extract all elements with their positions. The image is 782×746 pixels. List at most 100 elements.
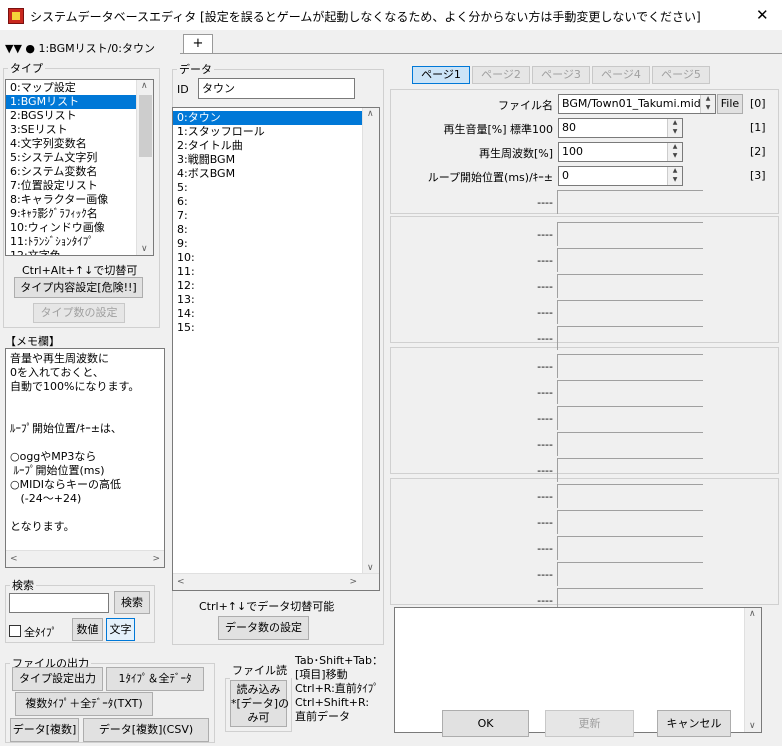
type-list-scrollbar[interactable]: ∧ ∨	[136, 80, 153, 255]
empty-field[interactable]	[557, 222, 703, 246]
type-list-item[interactable]: 8:キャラクター画像	[6, 193, 137, 207]
close-icon[interactable]: ✕	[756, 6, 769, 24]
update-button[interactable]: 更新	[545, 710, 634, 737]
page-tab-1[interactable]: ページ1	[412, 66, 470, 84]
spinner[interactable]: ▲ ▼	[667, 119, 682, 137]
empty-field[interactable]	[557, 354, 703, 378]
scroll-up-icon[interactable]: ∧	[141, 81, 148, 91]
type-list-item[interactable]: 6:システム変数名	[6, 165, 137, 179]
data-list-item[interactable]: 13:	[173, 293, 363, 307]
empty-field[interactable]	[557, 458, 703, 482]
spin-up-icon[interactable]: ▲	[668, 167, 682, 176]
data-list-item[interactable]: 8:	[173, 223, 363, 237]
search-button[interactable]: 検索	[114, 591, 150, 614]
data-id-input[interactable]: タウン	[198, 78, 355, 99]
data-list-item[interactable]: 10:	[173, 251, 363, 265]
field-value-input[interactable]: 100 ▲ ▼	[558, 142, 683, 162]
data-list-item[interactable]: 7:	[173, 209, 363, 223]
type-list-item[interactable]: 10:ウィンドウ画像	[6, 221, 137, 235]
spin-down-icon[interactable]: ▼	[668, 128, 682, 137]
scroll-down-icon[interactable]: ∨	[749, 721, 756, 731]
data-list-scrollbar[interactable]: ∧ ∨	[362, 108, 379, 574]
data-list-item[interactable]: 12:	[173, 279, 363, 293]
data-list-item[interactable]: 9:	[173, 237, 363, 251]
scroll-down-icon[interactable]: ∨	[141, 244, 148, 254]
text-search-button[interactable]: 文字	[106, 618, 135, 641]
empty-field[interactable]	[557, 326, 703, 350]
data-list-item[interactable]: 2:タイトル曲	[173, 139, 363, 153]
spin-down-icon[interactable]: ▼	[701, 104, 715, 113]
empty-field[interactable]	[557, 274, 703, 298]
field-value-input[interactable]: 0 ▲ ▼	[558, 166, 683, 186]
type-list-item[interactable]: 11:ﾄﾗﾝｼﾞｼｮﾝﾀｲﾌﾟ	[6, 235, 137, 249]
type-list[interactable]: 0:マップ設定 1:BGMリスト 2:BGSリスト 3:SEリスト 4:文字列変数名 5:…	[5, 79, 154, 256]
type-list-item[interactable]: 12:文字色	[6, 249, 137, 255]
scroll-left-icon[interactable]: <	[10, 554, 18, 564]
type-all-data-export-button[interactable]: 1ﾀｲﾌﾟ＆全ﾃﾞｰﾀ	[106, 667, 204, 691]
spinner[interactable]: ▲ ▼	[667, 143, 682, 161]
type-list-item[interactable]: 0:マップ設定	[6, 81, 137, 95]
spin-down-icon[interactable]: ▼	[668, 152, 682, 161]
scroll-down-icon[interactable]: ∨	[367, 563, 374, 573]
empty-field[interactable]	[557, 406, 703, 430]
scroll-left-icon[interactable]: <	[177, 577, 185, 587]
scroll-up-icon[interactable]: ∧	[367, 109, 374, 119]
memo-hscrollbar[interactable]: < >	[6, 550, 164, 567]
data-list-item[interactable]: 1:スタッフロール	[173, 125, 363, 139]
search-input[interactable]	[9, 593, 109, 613]
data-list-item[interactable]: 6:	[173, 195, 363, 209]
scroll-right-icon[interactable]: >	[349, 577, 357, 587]
scroll-right-icon[interactable]: >	[152, 554, 160, 564]
page-tab-5[interactable]: ページ5	[652, 66, 710, 84]
data-multi-csv-export-button[interactable]: データ[複数](CSV)	[83, 718, 209, 742]
add-tab-button[interactable]: +	[183, 34, 213, 53]
type-list-scroll-thumb[interactable]	[139, 95, 152, 157]
field-value-input[interactable]: 80 ▲ ▼	[558, 118, 683, 138]
all-types-checkbox[interactable]	[9, 625, 21, 637]
empty-field[interactable]	[557, 562, 703, 586]
spin-up-icon[interactable]: ▲	[701, 95, 715, 104]
data-list-item[interactable]: 15:	[173, 321, 363, 335]
empty-field[interactable]	[557, 300, 703, 324]
data-list-item[interactable]: 4:ボスBGM	[173, 167, 363, 181]
data-list-item[interactable]: 0:タウン	[173, 111, 363, 125]
type-settings-export-button[interactable]: タイプ設定出力	[12, 667, 103, 691]
spinner[interactable]: ▲ ▼	[700, 95, 715, 113]
file-name-field[interactable]: BGM/Town01_Takumi.mid ▲ ▼	[558, 94, 716, 114]
type-list-item[interactable]: 1:BGMリスト	[6, 95, 137, 109]
empty-field[interactable]	[557, 484, 703, 508]
data-list-item[interactable]: 3:戦闘BGM	[173, 153, 363, 167]
page-tab-4[interactable]: ページ4	[592, 66, 650, 84]
spin-up-icon[interactable]: ▲	[668, 119, 682, 128]
data-list-item[interactable]: 5:	[173, 181, 363, 195]
empty-field[interactable]	[557, 510, 703, 534]
spin-down-icon[interactable]: ▼	[668, 176, 682, 185]
data-list-item[interactable]: 14:	[173, 307, 363, 321]
ok-button[interactable]: OK	[442, 710, 529, 737]
data-list-item[interactable]: 11:	[173, 265, 363, 279]
memo-textarea[interactable]: 音量や再生周波数に 0を入れておくと、 自動で100%になります。 ﾙｰﾌﾟ開始…	[5, 348, 165, 568]
spinner[interactable]: ▲ ▼	[667, 167, 682, 185]
empty-field[interactable]	[557, 432, 703, 456]
empty-field[interactable]	[557, 190, 703, 214]
read-file-button[interactable]: 読み込み *[データ]の み可	[230, 680, 289, 727]
type-list-item[interactable]: 4:文字列変数名	[6, 137, 137, 151]
type-count-settings-button[interactable]: タイプ数の設定	[33, 303, 125, 323]
scroll-up-icon[interactable]: ∧	[749, 609, 756, 619]
note-scrollbar[interactable]: ∧ ∨	[744, 608, 761, 732]
data-list-hscrollbar[interactable]: < >	[173, 573, 379, 590]
type-list-item[interactable]: 3:SEリスト	[6, 123, 137, 137]
page-tab-2[interactable]: ページ2	[472, 66, 530, 84]
empty-field[interactable]	[557, 536, 703, 560]
type-list-item[interactable]: 9:ｷｬﾗ影ｸﾞﾗﾌｨｯｸ名	[6, 207, 137, 221]
empty-field[interactable]	[557, 380, 703, 404]
file-browse-button[interactable]: File	[717, 94, 743, 114]
cancel-button[interactable]: キャンセル	[657, 710, 731, 737]
empty-field[interactable]	[557, 248, 703, 272]
type-list-item[interactable]: 2:BGSリスト	[6, 109, 137, 123]
multi-type-export-button[interactable]: 複数ﾀｲﾌﾟ＋全ﾃﾞｰﾀ(TXT)	[15, 692, 153, 716]
spin-up-icon[interactable]: ▲	[668, 143, 682, 152]
data-count-settings-button[interactable]: データ数の設定	[218, 616, 309, 640]
numeric-search-button[interactable]: 数値	[72, 618, 103, 641]
page-tab-3[interactable]: ページ3	[532, 66, 590, 84]
